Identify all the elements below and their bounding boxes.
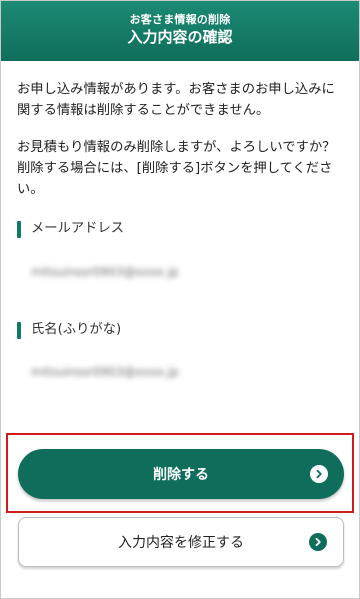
- email-field-label: メールアドレス: [17, 220, 124, 238]
- delete-button[interactable]: 削除する: [18, 449, 344, 499]
- email-label-text: メールアドレス: [31, 221, 125, 236]
- page-header: お客さま情報の削除 入力内容の確認: [1, 1, 359, 61]
- chevron-right-circle-icon: [309, 533, 327, 551]
- label-accent-bar: [17, 220, 21, 238]
- chevron-right-circle-icon: [310, 465, 328, 483]
- delete-button-label: 削除する: [153, 467, 209, 483]
- page-frame: お客さま情報の削除 入力内容の確認 お申し込み情報があります。お客さまのお申し込…: [0, 0, 360, 599]
- label-accent-bar: [17, 321, 21, 339]
- page-title: 入力内容の確認: [127, 28, 233, 46]
- edit-button-label: 入力内容を修正する: [118, 535, 244, 551]
- email-value: mitsuinssr0903@xxxx.jp: [31, 265, 179, 279]
- info-message-2: お見積もり情報のみ削除しますが、よろしいですか？削除する場合には、[削除する]ボ…: [17, 140, 336, 197]
- name-label-text: 氏名(ふりがな): [31, 322, 122, 337]
- edit-input-button[interactable]: 入力内容を修正する: [18, 517, 344, 567]
- name-value: mitsuinssr0903@xxxx.jp: [31, 365, 179, 379]
- info-message-1: お申し込み情報があります。お客さまのお申し込みに関する情報は削除することができま…: [17, 82, 335, 118]
- header-subtitle: お客さま情報の削除: [129, 13, 231, 26]
- name-field-label: 氏名(ふりがな): [17, 321, 121, 339]
